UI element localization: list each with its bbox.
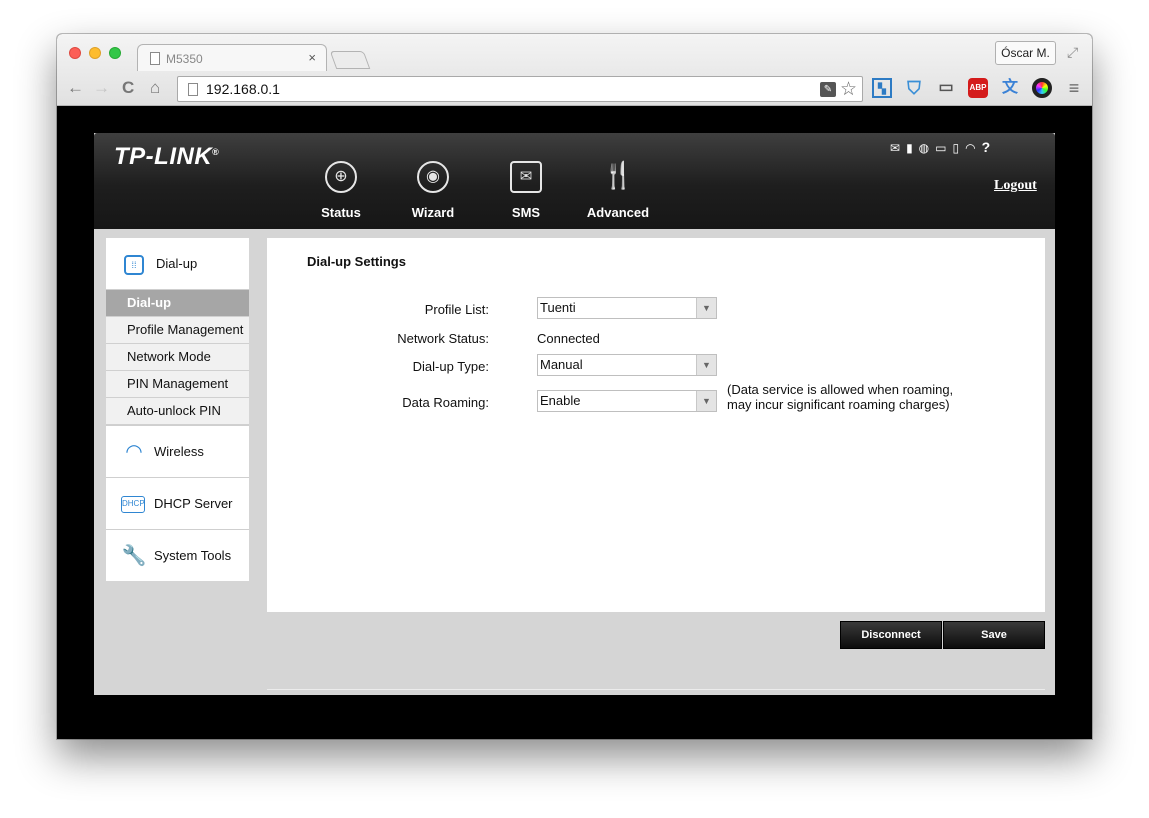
data-roaming-select[interactable]: Enable ▼ xyxy=(537,390,717,412)
logout-link[interactable]: Logout xyxy=(994,178,1037,194)
data-roaming-label: Data Roaming: xyxy=(402,395,489,410)
cast-icon[interactable]: ▭ xyxy=(936,78,956,98)
browser-tab[interactable]: M5350 × xyxy=(137,44,327,71)
tab-close-icon[interactable]: × xyxy=(308,50,316,65)
help-icon[interactable]: ? xyxy=(982,139,997,155)
roaming-note-line-2: may incur significant roaming charges) xyxy=(727,397,950,412)
adblock-icon[interactable]: ABP xyxy=(968,78,988,98)
chevron-down-icon[interactable]: ▼ xyxy=(696,298,716,318)
sidebar-group-label: System Tools xyxy=(154,548,232,563)
reload-icon[interactable]: C xyxy=(122,79,134,96)
nav-advanced-label: Advanced xyxy=(586,205,650,220)
profile-list-label: Profile List: xyxy=(424,302,489,317)
wifi-status-icon: ◠ xyxy=(965,141,982,155)
home-icon[interactable]: ⌂ xyxy=(150,79,160,96)
menu-icon[interactable]: ≡ xyxy=(1064,78,1084,98)
sidebar-item-profile-management[interactable]: Profile Management xyxy=(106,317,249,344)
color-extension-icon[interactable] xyxy=(1032,78,1052,98)
battery-icon: ▭ xyxy=(935,141,953,155)
page-icon xyxy=(150,52,160,65)
dialup-type-label: Dial-up Type: xyxy=(412,359,489,374)
dialpad-icon: ⁞⁞ xyxy=(124,255,144,275)
sidebar-header-label: Dial-up xyxy=(156,256,198,271)
nav-status-label: Status xyxy=(321,205,361,220)
fullscreen-icon[interactable]: ⤢ xyxy=(1067,44,1078,61)
nav-wizard-label: Wizard xyxy=(411,205,455,220)
status-icons: ✉▮◍▭▯◠? xyxy=(890,139,996,155)
back-icon[interactable]: ← xyxy=(67,79,84,96)
message-status-icon: ✉ xyxy=(890,141,907,155)
roaming-note-line-1: (Data service is allowed when roaming, xyxy=(727,382,954,397)
nav-wizard[interactable]: ◉ Wizard xyxy=(393,161,473,220)
sidebar-group-label: Wireless xyxy=(154,444,204,459)
sidebar-item-dialup[interactable]: Dial-up xyxy=(106,290,249,317)
globe-icon: ⊕ xyxy=(325,161,357,193)
sidebar-item-network-mode[interactable]: Network Mode xyxy=(106,344,249,371)
network-status-value: Connected xyxy=(537,331,600,346)
new-tab-button[interactable] xyxy=(329,51,371,69)
sidebar-item-auto-unlock-pin[interactable]: Auto-unlock PIN xyxy=(106,398,249,425)
wifi-icon: ◠ xyxy=(125,441,143,463)
tp-link-logo: TP-LINK® xyxy=(114,143,220,170)
profile-button[interactable]: Óscar M. xyxy=(995,41,1056,65)
dhcp-icon: DHCP xyxy=(121,496,145,513)
sidebar-item-pin-management[interactable]: PIN Management xyxy=(106,371,249,398)
tab-title: M5350 xyxy=(166,52,203,66)
sidebar-group-label: DHCP Server xyxy=(154,496,233,511)
signal-icon: ▮ xyxy=(906,141,919,155)
footer-divider xyxy=(267,689,1045,690)
nav-advanced[interactable]: 🍴 Advanced xyxy=(578,161,658,220)
gear-icon: ◉ xyxy=(417,161,449,193)
chevron-down-icon[interactable]: ▼ xyxy=(696,355,716,375)
wrench-icon: 🔧 xyxy=(121,545,147,567)
internet-icon: ◍ xyxy=(918,141,936,155)
profile-list-value: Tuenti xyxy=(540,300,576,315)
nav-sms-label: SMS xyxy=(511,205,541,220)
close-window-button[interactable] xyxy=(69,47,81,59)
chevron-down-icon[interactable]: ▼ xyxy=(696,391,716,411)
nav-sms[interactable]: ✉ SMS xyxy=(486,161,566,220)
shield-extension-icon[interactable]: ⛉ xyxy=(904,78,924,98)
router-header: TP-LINK® ⊕ Status ◉ Wizard ✉ SMS 🍴 Advan… xyxy=(94,133,1055,229)
router-page: TP-LINK® ⊕ Status ◉ Wizard ✉ SMS 🍴 Advan… xyxy=(94,133,1055,695)
zoom-window-button[interactable] xyxy=(109,47,121,59)
sidebar-group-wireless[interactable]: ◠ Wireless xyxy=(106,425,249,477)
sidebar-header-dialup[interactable]: ⁞⁞ Dial-up xyxy=(106,238,249,290)
dialup-type-value: Manual xyxy=(540,357,583,372)
forward-icon[interactable]: → xyxy=(93,79,110,96)
wrench-icon[interactable]: ✎ xyxy=(820,82,836,97)
network-status-label: Network Status: xyxy=(397,331,489,346)
sd-card-icon: ▯ xyxy=(952,141,966,155)
roaming-note: (Data service is allowed when roaming, m… xyxy=(727,382,987,412)
address-bar[interactable]: 192.168.0.1 ✎ ☆ xyxy=(177,76,863,102)
sidebar-group-system-tools[interactable]: 🔧 System Tools xyxy=(106,529,249,581)
bookmark-star-icon[interactable]: ☆ xyxy=(840,78,857,101)
disconnect-button[interactable]: Disconnect xyxy=(840,621,942,649)
save-button[interactable]: Save xyxy=(943,621,1045,649)
browser-window: M5350 × Óscar M. ⤢ ← → C ⌂ 192.168.0.1 ✎… xyxy=(57,34,1092,739)
window-extension-icon[interactable]: ▚ xyxy=(872,78,892,98)
minimize-window-button[interactable] xyxy=(89,47,101,59)
profile-list-select[interactable]: Tuenti ▼ xyxy=(537,297,717,319)
page-title: Dial-up Settings xyxy=(307,254,406,269)
url-text[interactable]: 192.168.0.1 xyxy=(206,81,280,97)
settings-panel: Dial-up Settings Profile List: Tuenti ▼ … xyxy=(267,238,1045,612)
envelope-icon: ✉ xyxy=(510,161,542,193)
nav-status[interactable]: ⊕ Status xyxy=(301,161,381,220)
translate-icon[interactable]: 文 xyxy=(1000,78,1020,98)
page-icon xyxy=(188,83,198,96)
dialup-type-select[interactable]: Manual ▼ xyxy=(537,354,717,376)
sidebar: ⁞⁞ Dial-up Dial-up Profile Management Ne… xyxy=(106,238,249,581)
tools-icon: 🍴 xyxy=(602,160,635,190)
data-roaming-value: Enable xyxy=(540,393,581,408)
sidebar-group-dhcp-server[interactable]: DHCP DHCP Server xyxy=(106,477,249,529)
browser-toolbar: M5350 × Óscar M. ⤢ ← → C ⌂ 192.168.0.1 ✎… xyxy=(57,34,1092,106)
